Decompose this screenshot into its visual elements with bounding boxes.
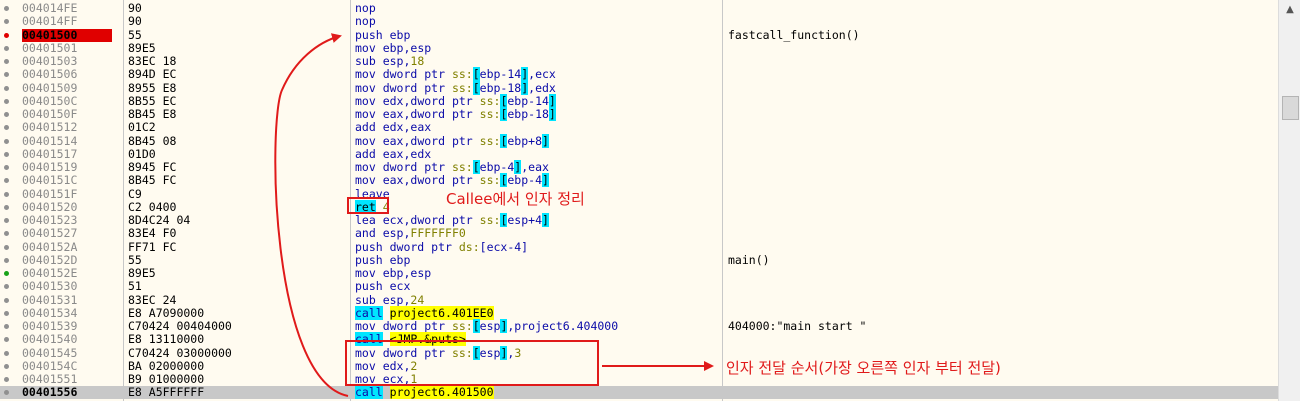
scroll-up-icon[interactable]: ▲ [1282, 3, 1298, 17]
disassembly-view[interactable]: 004014FE 90 nop 004014FF 90 nop 00401500 55 push… [0, 0, 1278, 401]
scrollbar-thumb[interactable] [1282, 96, 1299, 120]
call-to-function-arrow [274, 33, 349, 397]
annotation-arrows [274, 33, 714, 397]
vertical-scrollbar[interactable]: ▲ [1278, 0, 1300, 401]
